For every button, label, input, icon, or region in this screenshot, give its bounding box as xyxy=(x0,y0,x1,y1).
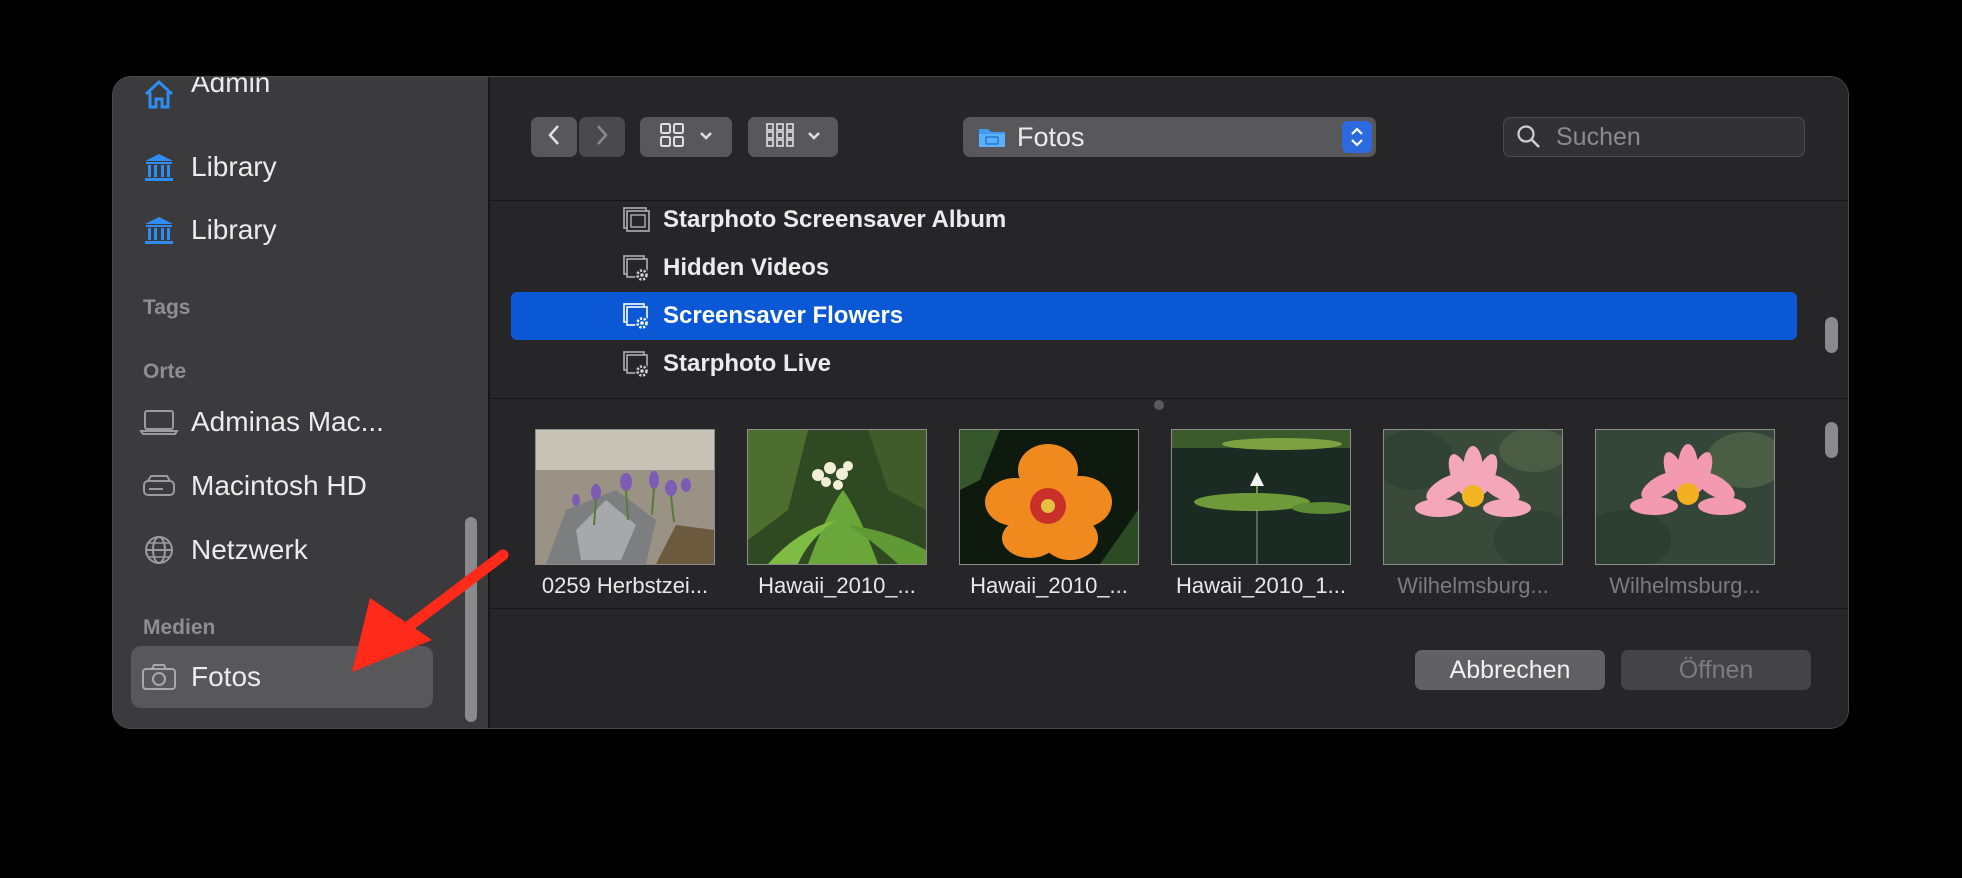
cancel-button[interactable]: Abbrechen xyxy=(1415,650,1605,690)
smart-album-icon xyxy=(622,302,652,332)
album-label: Starphoto Screensaver Album xyxy=(663,206,1007,233)
thumbnail-caption: Hawaii_2010_1... xyxy=(1175,573,1346,598)
list-item[interactable]: Starphoto Screensaver Album xyxy=(511,201,1797,244)
footer-divider xyxy=(490,608,1848,609)
sidebar-item-label: Adminas Mac... xyxy=(191,406,384,437)
thumbnail-strip: 0259 Herbstzei... Hawaii_2010_... Hawaii… xyxy=(490,415,1820,598)
photo-thumbnail xyxy=(747,429,927,565)
thumbnail-item[interactable]: 0259 Herbstzei... xyxy=(535,429,715,599)
places-header: Orte xyxy=(143,360,187,383)
sidebar-item-macintosh-hd[interactable]: Macintosh HD xyxy=(131,455,433,517)
toolbar: Fotos Suchen xyxy=(490,77,1848,201)
thumbnail-item[interactable]: Hawaii_2010_... xyxy=(747,429,927,599)
thumbnail-item[interactable]: Hawaii_2010_1... xyxy=(1171,429,1351,599)
split-handle[interactable] xyxy=(1154,400,1164,410)
thumbnail-caption: Hawaii_2010_... xyxy=(758,573,916,598)
chevron-down-icon xyxy=(699,128,713,146)
tags-header: Tags xyxy=(143,296,191,319)
sidebar-scrollbar[interactable] xyxy=(465,517,477,722)
thumbnail-item[interactable]: Wilhelmsburg... xyxy=(1383,429,1563,599)
sidebar-item-label: Fotos xyxy=(191,661,262,692)
list-item[interactable]: Hidden Videos xyxy=(511,244,1797,292)
grid-icon xyxy=(659,122,685,153)
library-icon xyxy=(139,210,179,250)
photo-thumbnail xyxy=(535,429,715,565)
group-grid-icon xyxy=(765,122,795,153)
thumbnail-caption: Wilhelmsburg... xyxy=(1397,573,1549,598)
sidebar-item-label: Library xyxy=(191,214,277,245)
album-label: Hidden Videos xyxy=(663,254,830,281)
sidebar-item-home[interactable]: Admin xyxy=(131,77,433,111)
location-popup[interactable]: Fotos xyxy=(963,117,1376,157)
sidebar-item-library-2[interactable]: Library xyxy=(131,199,433,261)
album-list: Starphoto Screensaver Album Hidden Video… xyxy=(490,201,1820,398)
search-icon xyxy=(1516,124,1542,150)
sidebar: Admin Library Library Tags Orte Adminas … xyxy=(113,77,490,728)
photo-thumbnail xyxy=(1383,429,1563,565)
sidebar-item-fotos[interactable]: Fotos xyxy=(131,646,433,708)
album-label: Starphoto Live xyxy=(663,350,832,377)
list-item-partial[interactable] xyxy=(511,388,1797,398)
open-button[interactable]: Öffnen xyxy=(1621,650,1811,690)
group-button[interactable] xyxy=(748,117,838,157)
thumbnail-item[interactable]: Wilhelmsburg... xyxy=(1595,429,1775,599)
thumbnail-scrollbar[interactable] xyxy=(1825,422,1838,458)
disk-icon xyxy=(139,466,179,506)
camera-icon xyxy=(139,657,179,697)
photo-thumbnail xyxy=(1171,429,1351,565)
smart-album-icon xyxy=(622,254,652,284)
folder-icon xyxy=(977,124,1007,150)
main-pane: Fotos Suchen Starphoto Screensaver Album xyxy=(490,77,1848,728)
laptop-icon xyxy=(139,402,179,442)
album-label: Screensaver Flowers xyxy=(663,302,904,329)
split-divider xyxy=(490,398,1848,399)
list-item[interactable]: Starphoto Live xyxy=(511,340,1797,388)
sidebar-item-mac[interactable]: Adminas Mac... xyxy=(131,391,433,453)
album-icon xyxy=(622,206,652,236)
home-icon xyxy=(139,77,179,111)
sidebar-item-label: Macintosh HD xyxy=(191,470,367,501)
sidebar-item-label: Netzwerk xyxy=(191,534,308,565)
sidebar-item-library-1[interactable]: Library xyxy=(131,136,433,198)
thumbnail-item[interactable]: Hawaii_2010_... xyxy=(959,429,1139,599)
thumbnail-caption: 0259 Herbstzei... xyxy=(541,573,709,598)
chevron-down-icon xyxy=(807,128,821,146)
sidebar-item-label: Admin xyxy=(191,77,271,98)
photo-thumbnail xyxy=(959,429,1139,565)
smart-album-icon xyxy=(622,350,652,380)
library-icon xyxy=(139,147,179,187)
back-button[interactable] xyxy=(531,117,577,157)
media-header: Medien xyxy=(143,616,216,639)
album-list-scrollbar[interactable] xyxy=(1825,317,1838,353)
forward-button[interactable] xyxy=(579,117,625,157)
updown-icon xyxy=(1342,121,1372,153)
search-field[interactable]: Suchen xyxy=(1503,117,1805,157)
thumbnail-caption: Wilhelmsburg... xyxy=(1609,573,1761,598)
sidebar-item-label: Library xyxy=(191,151,277,182)
file-open-dialog: Admin Library Library Tags Orte Adminas … xyxy=(113,77,1848,728)
globe-icon xyxy=(139,530,179,570)
thumbnail-caption: Hawaii_2010_... xyxy=(970,573,1128,598)
search-placeholder: Suchen xyxy=(1556,122,1641,151)
photo-thumbnail xyxy=(1595,429,1775,565)
location-label: Fotos xyxy=(1017,121,1085,152)
list-item-selected[interactable]: Screensaver Flowers xyxy=(511,292,1797,340)
chevron-left-icon xyxy=(547,123,561,152)
sidebar-item-netzwerk[interactable]: Netzwerk xyxy=(131,519,433,581)
chevron-right-icon xyxy=(595,123,609,152)
view-mode-button[interactable] xyxy=(640,117,732,157)
